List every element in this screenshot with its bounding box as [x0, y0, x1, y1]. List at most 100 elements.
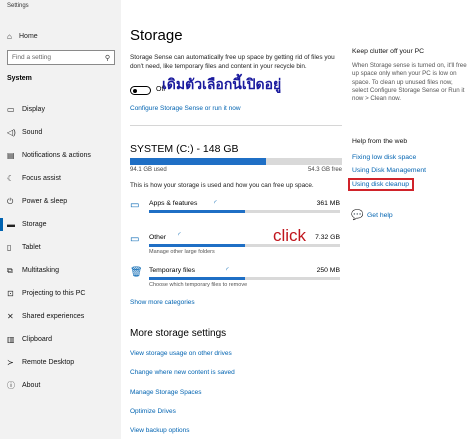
category-name: Other: [149, 234, 166, 241]
more-storage-settings-title: More storage settings: [130, 328, 227, 339]
category-size: 250 MB: [316, 267, 340, 274]
right-panel-text: When Storage sense is turned on, it'll f…: [352, 62, 467, 103]
page-title: Storage: [130, 27, 183, 44]
storage-sense-description: Storage Sense can automatically free up …: [130, 54, 335, 70]
loading-spinner-icon: ◜: [214, 200, 217, 207]
sidebar-item-label: Clipboard: [22, 336, 52, 343]
sidebar-item-label: About: [22, 382, 41, 389]
change-save-location-link[interactable]: Change where new content is saved: [130, 369, 235, 376]
right-panel-heading: Keep clutter off your PC: [352, 48, 425, 55]
fixing-low-disk-space-link[interactable]: Fixing low disk space: [352, 154, 416, 161]
sidebar-item-label: Multitasking: [22, 267, 59, 274]
shared-experiences-icon: ✕: [7, 312, 14, 321]
display-icon: ▭: [7, 105, 15, 114]
category-detail: Choose which temporary files to remove: [149, 282, 248, 288]
sidebar-item-label: Storage: [22, 221, 47, 228]
focus-assist-icon: ☾: [7, 174, 15, 183]
sidebar-item-remote-desktop[interactable]: ≻ Remote Desktop: [0, 351, 121, 374]
category-usage-bar: [149, 210, 340, 213]
category-size: 7.32 GB: [315, 234, 340, 241]
using-disk-management-link[interactable]: Using Disk Management: [352, 167, 426, 174]
category-usage-fill: [149, 244, 245, 247]
optimize-drives-link[interactable]: Optimize Drives: [130, 408, 176, 415]
using-disk-cleanup-link[interactable]: Using disk cleanup: [348, 178, 415, 191]
category-apps-features[interactable]: ▭ Apps & features ◜ 361 MB: [130, 199, 342, 229]
remote-desktop-icon: ≻: [7, 358, 14, 367]
drive-title: SYSTEM (C:) - 148 GB: [130, 143, 239, 155]
trash-icon: 🗑: [130, 267, 143, 278]
folder-icon: ▭: [130, 234, 140, 245]
category-other[interactable]: ▭ Other ◜ 7.32 GB Manage other large fol…: [130, 232, 342, 263]
category-usage-bar: [149, 244, 340, 247]
sidebar-item-sound[interactable]: ◁) Sound: [0, 121, 121, 144]
sidebar-item-projecting[interactable]: ⊡ Projecting to this PC: [0, 282, 121, 305]
get-help-link[interactable]: Get help: [367, 212, 393, 219]
search-placeholder: Find a setting: [12, 54, 52, 61]
notifications-icon: ▤: [7, 151, 15, 160]
category-size: 361 MB: [316, 200, 340, 207]
sidebar-item-tablet[interactable]: ▯ Tablet: [0, 236, 121, 259]
sidebar-item-multitasking[interactable]: ⧉ Multitasking: [0, 259, 121, 282]
drive-usage-bar: [130, 158, 342, 165]
sidebar-item-label: Remote Desktop: [22, 359, 75, 366]
window-title: Settings: [7, 3, 29, 9]
sidebar-item-label: Focus assist: [22, 175, 61, 182]
loading-spinner-icon: ◜: [178, 232, 181, 239]
drive-usage-fill: [130, 158, 266, 165]
sidebar-item-power[interactable]: ⏻ Power & sleep: [0, 190, 121, 213]
sidebar-item-display[interactable]: ▭ Display: [0, 98, 121, 121]
tablet-icon: ▯: [7, 243, 12, 252]
sidebar-item-clipboard[interactable]: ▥ Clipboard: [0, 328, 121, 351]
sidebar-item-label: Power & sleep: [22, 198, 68, 205]
view-other-drives-link[interactable]: View storage usage on other drives: [130, 350, 232, 357]
sidebar-item-notifications[interactable]: ▤ Notifications & actions: [0, 144, 121, 167]
sidebar-item-label: Sound: [22, 129, 43, 136]
sidebar-item-label: Tablet: [22, 244, 41, 251]
storage-sense-toggle[interactable]: [130, 86, 151, 95]
configure-storage-sense-link[interactable]: Configure Storage Sense or run it now: [130, 105, 241, 112]
category-usage-fill: [149, 277, 245, 280]
section-label: System: [7, 75, 32, 82]
sidebar-item-storage[interactable]: ▬ Storage: [0, 213, 121, 236]
drive-used-label: 94.1 GB used: [130, 167, 167, 173]
drive-free-label: 54.3 GB free: [307, 167, 342, 173]
divider: [130, 125, 342, 126]
apps-features-icon: ▭: [130, 200, 140, 211]
sidebar-item-label: Shared experiences: [22, 313, 85, 320]
help-heading: Help from the web: [352, 138, 408, 145]
category-detail: Manage other large folders: [149, 249, 215, 255]
annotation-thai: เดิมตัวเลือกนี้เปิดอยู่: [162, 76, 282, 92]
drive-description: This is how your storage is used and how…: [130, 182, 314, 189]
manage-storage-spaces-link[interactable]: Manage Storage Spaces: [130, 389, 202, 396]
view-backup-options-link[interactable]: View backup options: [130, 427, 190, 434]
sidebar-item-shared-experiences[interactable]: ✕ Shared experiences: [0, 305, 121, 328]
category-usage-fill: [149, 210, 245, 213]
toggle-knob: [133, 88, 137, 93]
sidebar-item-about[interactable]: ⓘ About: [0, 374, 121, 397]
help-icon: 💬: [351, 210, 364, 221]
category-usage-bar: [149, 277, 340, 280]
info-icon: ⓘ: [7, 381, 15, 390]
category-name: Temporary files: [149, 267, 196, 274]
loading-spinner-icon: ◜: [226, 267, 229, 274]
category-temporary-files[interactable]: 🗑 Temporary files ◜ 250 MB Choose which …: [130, 266, 342, 296]
category-name: Apps & features: [149, 200, 198, 207]
multitasking-icon: ⧉: [7, 265, 13, 275]
search-input[interactable]: Find a setting ⚲: [7, 50, 115, 65]
nav-home[interactable]: ⌂ Home: [7, 29, 117, 43]
sidebar-item-label: Projecting to this PC: [22, 290, 86, 297]
active-indicator: [0, 218, 3, 231]
clipboard-icon: ▥: [7, 335, 15, 344]
sidebar-item-label: Display: [22, 106, 45, 113]
annotation-click: click: [273, 226, 307, 245]
nav-home-label: Home: [19, 32, 38, 40]
power-icon: ⏻: [7, 196, 14, 206]
show-more-categories-link[interactable]: Show more categories: [130, 299, 195, 306]
sidebar-item-label: Notifications & actions: [22, 152, 91, 159]
sidebar-item-focus-assist[interactable]: ☾ Focus assist: [0, 167, 121, 190]
nav-list: ▭ Display ◁) Sound ▤ Notifications & act…: [0, 98, 121, 397]
projecting-icon: ⊡: [7, 289, 14, 298]
sound-icon: ◁): [7, 128, 16, 137]
sidebar: Settings ⌂ Home Find a setting ⚲ System …: [0, 0, 121, 439]
storage-icon: ▬: [7, 220, 15, 229]
